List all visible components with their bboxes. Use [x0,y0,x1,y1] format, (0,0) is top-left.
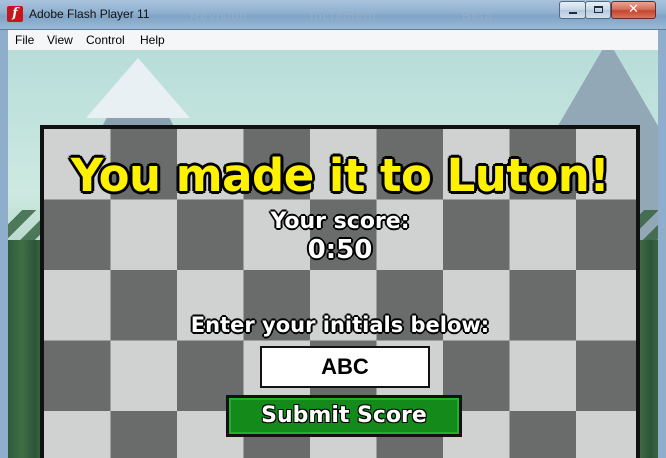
flash-player-icon: f [7,6,23,22]
menu-view[interactable]: View [47,33,73,47]
window-frame-right [658,30,666,458]
game-stage: You made it to Luton! Your score: 0:50 E… [8,50,658,458]
close-button[interactable]: ✕ [611,1,656,19]
window-title-bar[interactable]: f Adobe Flash Player 11 Revision Increme… [0,0,666,30]
menu-help[interactable]: Help [140,33,165,47]
maximize-button[interactable] [585,1,611,19]
background-window-menu-item: Revision [190,8,248,23]
mountain-snowcap [86,58,190,118]
score-label: Your score: [270,209,410,234]
score-value: 0:50 [307,235,373,265]
minimize-icon [569,12,577,14]
initials-prompt: Enter your initials below: [190,313,490,337]
maximize-icon [594,6,603,13]
submit-score-label: Submit Score [261,403,427,428]
minimize-button[interactable] [559,1,586,19]
background-window-menu-item: Increment [310,8,377,23]
background-window-menu-item: Beta [462,8,493,23]
initials-input[interactable] [260,346,430,388]
menu-file[interactable]: File [15,33,34,47]
close-icon: ✕ [628,2,639,17]
window-title: Adobe Flash Player 11 [29,7,150,21]
score-panel: You made it to Luton! Your score: 0:50 E… [40,125,640,458]
submit-score-button[interactable]: Submit Score [226,395,462,437]
menu-bar: File View Control Help [8,30,658,50]
menu-control[interactable]: Control [86,33,125,47]
window-frame-left [0,30,8,458]
result-headline: You made it to Luton! [70,149,610,202]
